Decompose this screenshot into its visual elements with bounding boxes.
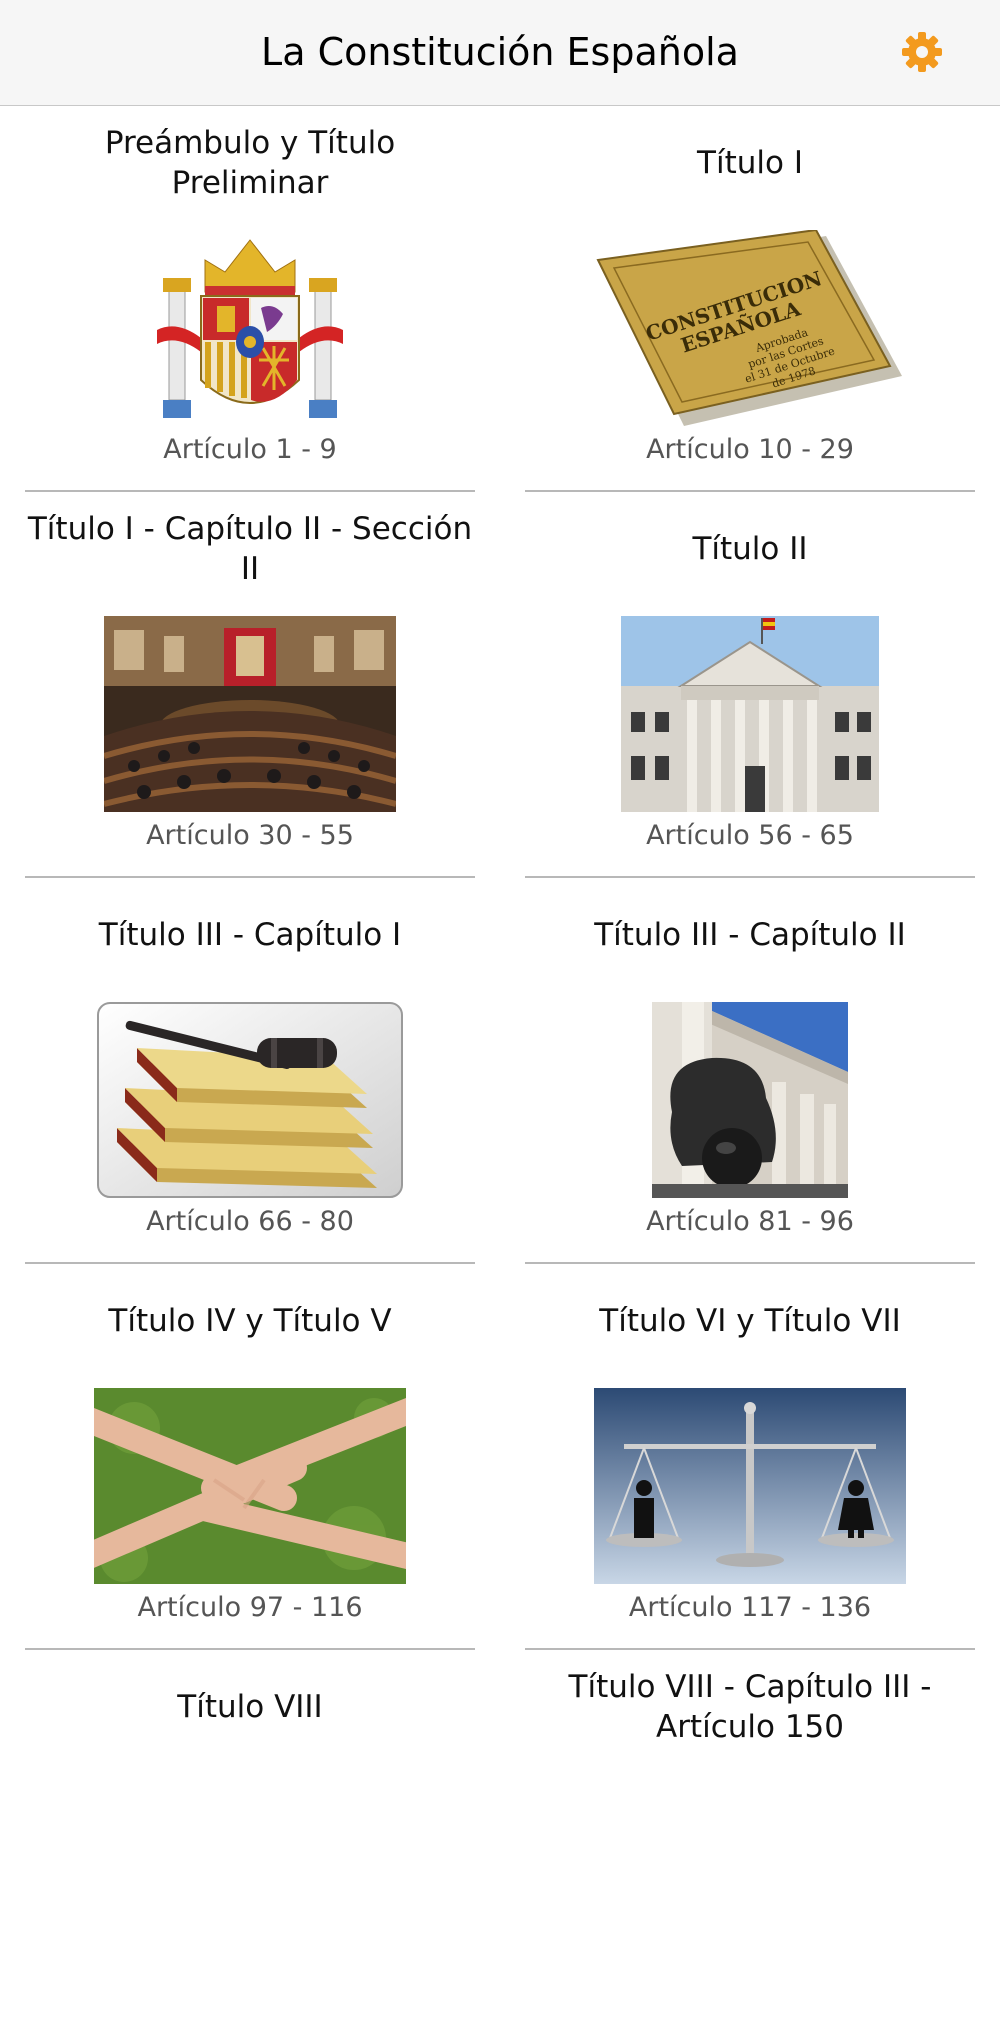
- section-range: Artículo 10 - 29: [646, 434, 854, 465]
- balance-scale-image: [594, 1388, 906, 1584]
- section-card-titulo-i[interactable]: Título I CONSTITUCION ESPAÑOLA Aprobada …: [525, 106, 975, 492]
- section-card-preambulo[interactable]: Preámbulo y Título Preliminar Artículo 1…: [25, 106, 475, 492]
- section-card-titulo-i-cap-ii[interactable]: Título I - Capítulo II - Sección II Artí…: [25, 492, 475, 878]
- gear-icon[interactable]: [900, 30, 944, 74]
- congress-building-image: [621, 616, 879, 812]
- section-title: Preámbulo y Título Preliminar: [104, 125, 396, 201]
- section-card-titulo-iii-cap-ii[interactable]: Título III - Capítulo II Artículo 81 - 9…: [525, 878, 975, 1264]
- parliament-chamber-image: [104, 616, 396, 812]
- section-title: Título VIII: [177, 1689, 323, 1725]
- section-range: Artículo 1 - 9: [163, 434, 337, 465]
- section-range: Artículo 56 - 65: [646, 820, 854, 851]
- section-range: Artículo 117 - 136: [628, 1592, 872, 1623]
- section-card-titulo-iii-cap-i[interactable]: Título III - Capítulo I Artículo 66 - 80: [25, 878, 475, 1264]
- constitution-book-image: CONSTITUCION ESPAÑOLA Aprobada por las C…: [590, 230, 910, 426]
- section-title: Título VI y Título VII: [599, 1303, 901, 1339]
- section-range: Artículo 81 - 96: [646, 1206, 854, 1237]
- section-title: Título IV y Título V: [108, 1303, 392, 1339]
- section-title: Título I: [697, 145, 803, 181]
- section-title: Título I - Capítulo II - Sección II: [27, 511, 473, 587]
- gavel-books-image: [97, 1002, 403, 1198]
- section-card-titulo-viii[interactable]: Título VIII: [25, 1650, 475, 2036]
- section-card-titulo-ii[interactable]: Título II Artículo 56 - 65: [525, 492, 975, 878]
- section-title: Título II: [692, 531, 808, 567]
- section-title: Título III - Capítulo II: [594, 917, 906, 953]
- section-card-titulo-viii-art-150[interactable]: Título VIII - Capítulo III - Artículo 15…: [525, 1650, 975, 2036]
- linked-hands-image: [94, 1388, 406, 1584]
- page-title: La Constitución Española: [261, 30, 739, 74]
- coat-of-arms-image: [155, 230, 345, 426]
- navigation-bar: La Constitución Española: [0, 0, 1000, 106]
- section-title: Título III - Capítulo I: [98, 917, 402, 953]
- section-card-titulo-iv-v[interactable]: Título IV y Título V Artículo 97 - 116: [25, 1264, 475, 1650]
- section-range: Artículo 97 - 116: [137, 1592, 363, 1623]
- lion-statue-image: [652, 1002, 848, 1198]
- section-range: Artículo 66 - 80: [146, 1206, 354, 1237]
- section-range: Artículo 30 - 55: [146, 820, 354, 851]
- section-title: Título VIII - Capítulo III - Artículo 15…: [568, 1669, 932, 1745]
- section-card-titulo-vi-vii[interactable]: Título VI y Título VII Artículo 117 - 13…: [525, 1264, 975, 1650]
